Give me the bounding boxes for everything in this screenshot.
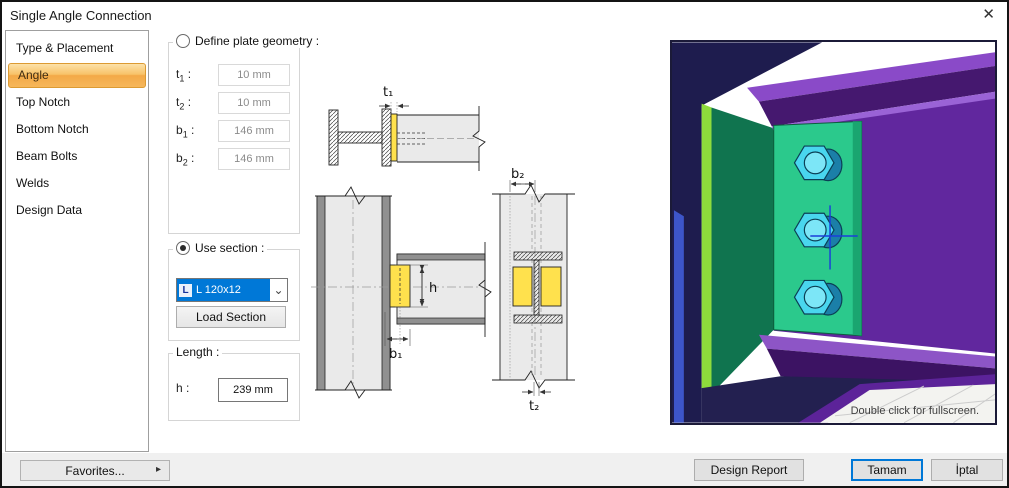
use-section-radio[interactable] [176,241,190,255]
t1-label: t1 : [176,67,192,84]
plate-geometry-label: Define plate geometry : [195,34,320,48]
chevron-down-icon[interactable]: ⌄ [270,279,287,301]
sidebar-item-design-data[interactable]: Design Data [7,197,147,224]
sidebar-item-top-notch[interactable]: Top Notch [7,89,147,116]
single-angle-connection-dialog: Single Angle Connection ✕ Type & Placeme… [0,0,1009,488]
footer: Favorites... ▸ Design Report Tamam İptal [2,453,1007,486]
dim-label-b1: b₁ [389,347,402,362]
title-bar: Single Angle Connection ✕ [2,2,1007,30]
b1-label: b1 : [176,123,195,140]
use-section-label: Use section : [195,241,265,255]
load-section-button[interactable]: Load Section [176,306,286,328]
plate-geometry-radio[interactable] [176,34,190,48]
dim-label-t2: t₂ [529,399,539,414]
plate-geometry-group: Define plate geometry : t1 : t2 : b1 : b… [168,34,323,234]
model-3d-viewport[interactable]: Double click for fullscreen. [670,40,997,425]
h-label: h : [176,381,190,395]
sidebar: Type & Placement Angle Top Notch Bottom … [5,30,149,452]
sidebar-item-welds[interactable]: Welds [7,170,147,197]
close-icon[interactable]: ✕ [982,6,995,24]
dim-label-t1: t₁ [383,85,393,100]
dim-label-h: h [429,281,437,296]
flyout-arrow-icon: ▸ [155,464,161,475]
viewport-status-text: Double click for fullscreen. [850,405,979,417]
design-report-button[interactable]: Design Report [694,459,804,481]
favorites-button[interactable]: Favorites... ▸ [20,460,170,481]
section-dropdown[interactable]: L L 120x12 ⌄ [176,278,288,302]
model-3d-render [672,42,995,423]
length-group: Length : h : [168,345,300,421]
b1-field[interactable] [218,120,290,142]
window-title: Single Angle Connection [10,8,152,23]
technical-drawing: t₁ h b₁ b₂ t₂ [311,85,575,414]
length-group-label: Length : [176,345,220,359]
b2-field[interactable] [218,148,290,170]
sidebar-item-bottom-notch[interactable]: Bottom Notch [7,116,147,143]
cancel-button[interactable]: İptal [931,459,1003,481]
sidebar-item-beam-bolts[interactable]: Beam Bolts [7,143,147,170]
sidebar-item-type-placement[interactable]: Type & Placement [7,35,147,62]
dim-label-b2: b₂ [511,167,524,182]
use-section-group: Use section : L L 120x12 ⌄ Load Section [168,241,300,341]
t2-field[interactable] [218,92,290,114]
b2-label: b2 : [176,151,195,168]
section-dropdown-value: L 120x12 [196,284,241,296]
angle-section-icon: L [179,283,192,297]
h-field[interactable] [218,378,288,402]
favorites-label: Favorites... [65,463,125,478]
t1-field[interactable] [218,64,290,86]
t2-label: t2 : [176,95,192,112]
sidebar-item-angle[interactable]: Angle [8,63,146,88]
ok-button[interactable]: Tamam [851,459,923,481]
